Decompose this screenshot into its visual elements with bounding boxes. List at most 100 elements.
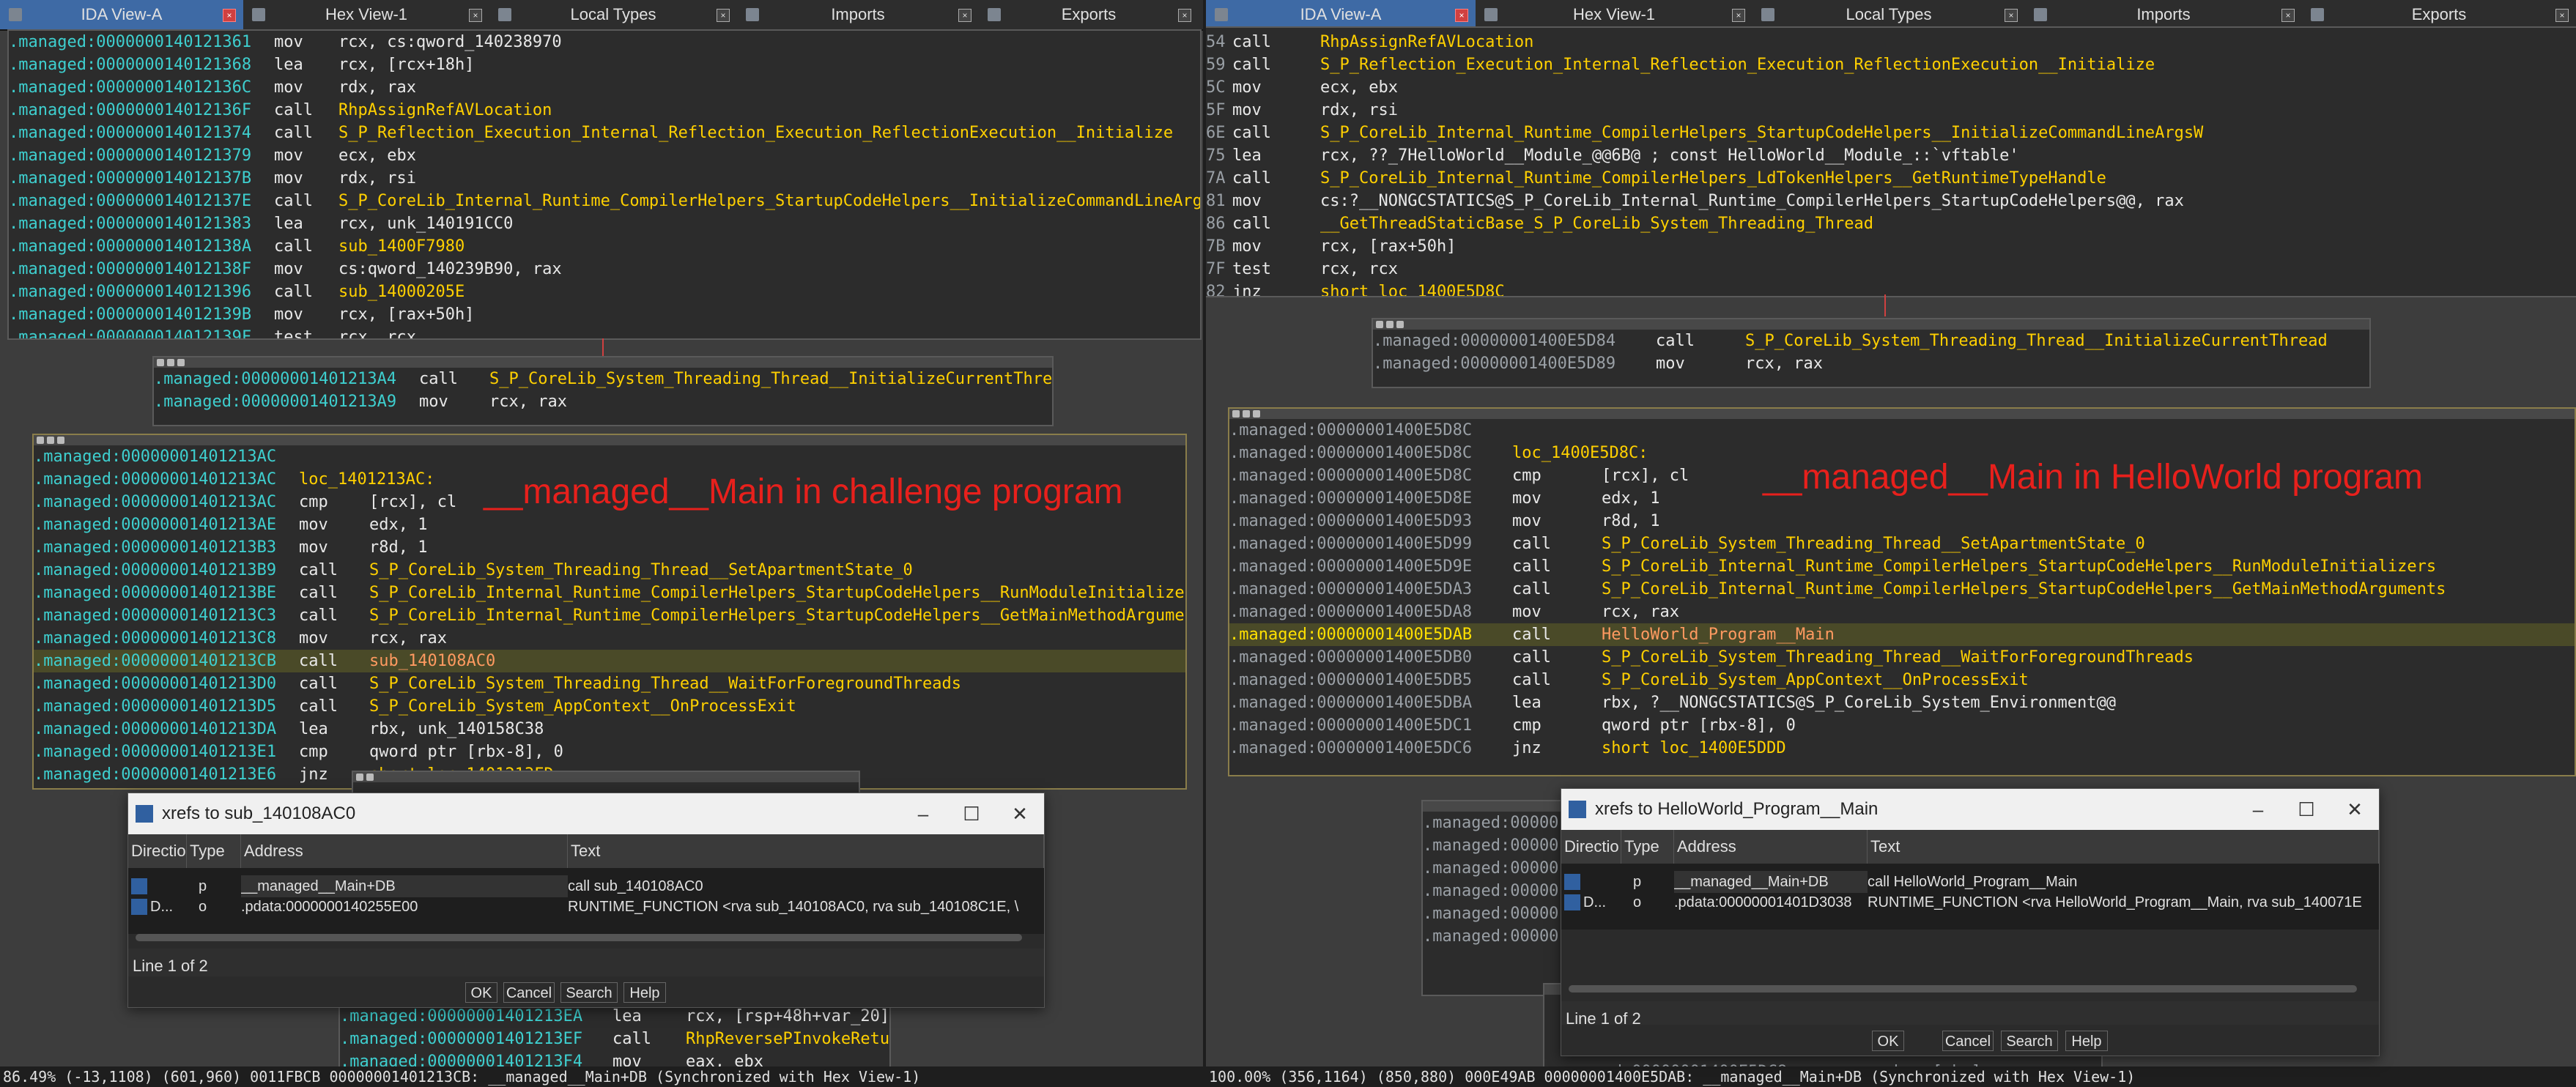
code-line[interactable]: .managed:00000001400E5D84 call S_P_CoreLib… <box>1373 330 2369 352</box>
code-line[interactable]: .managed:00000001401213C8 mov rcx, rax <box>34 627 1185 650</box>
code-line[interactable]: .managed:0000000140121396 call sub_1400020… <box>9 281 1200 303</box>
column-header-address[interactable]: Address <box>1674 830 1868 864</box>
code-line[interactable]: .managed:00000001401213A4 call S_P_CoreLib… <box>154 368 1052 390</box>
column-header-type[interactable]: Type <box>1621 830 1674 864</box>
cancel-button[interactable]: Cancel <box>503 982 555 1003</box>
close-icon[interactable]: ✕ <box>996 793 1044 834</box>
tab-ida-view-a[interactable]: IDA View-A × <box>1206 0 1476 29</box>
code-line[interactable]: .managed:00000001401213A9 mov rcx, rax <box>154 390 1052 413</box>
code-line[interactable]: .managed:0000000140121374 call S_P_Reflect… <box>9 122 1200 144</box>
code-line[interactable]: .managed:00000001400E5DA3 call S_P_CoreLib… <box>1229 578 2575 601</box>
block-header-icon[interactable] <box>57 437 64 444</box>
code-line[interactable]: .managed:00000001400E5DC6 jnz short loc_14… <box>1229 737 2575 760</box>
code-line[interactable]: 75 lea rcx, ??_7HelloWorld__Module_@@6B@ ;… <box>1206 144 2576 167</box>
minimize-icon[interactable]: – <box>2234 789 2282 830</box>
left-xrefs-dialog[interactable]: xrefs to sub_140108AC0– ☐ ✕ Directio Type Add… <box>127 793 1045 1008</box>
code-line[interactable]: 5F mov rdx, rsi <box>1206 99 2576 122</box>
code-line[interactable]: 6E call S_P_CoreLib_Internal_Runtime_Compi… <box>1206 122 2576 144</box>
column-header-type[interactable]: Type <box>187 834 241 868</box>
code-line[interactable]: .managed:000000014012139F test rcx, rcx <box>9 326 1200 338</box>
search-button[interactable]: Search <box>2001 1031 2058 1051</box>
column-header-directio[interactable]: Directio <box>1561 830 1621 864</box>
close-icon[interactable]: × <box>2555 9 2569 22</box>
code-line[interactable]: .managed:000000014012138A call sub_1400F79… <box>9 235 1200 258</box>
tab-ida-view-a[interactable]: IDA View-A × <box>0 0 243 29</box>
column-header-directio[interactable]: Directio <box>128 834 187 868</box>
code-line[interactable]: .managed:00000001401213DA lea rbx, unk_140… <box>34 718 1185 741</box>
xrefs-row[interactable]: D... o .pdata:00000001401D3038 RUNTIME_FUNC… <box>1561 891 2379 913</box>
code-line[interactable]: .managed:00000001401213AC <box>34 445 1185 468</box>
right-top-code-block[interactable]: 54 call RhpAssignRefAVLocation 59 call S_P_Re… <box>1206 26 2576 297</box>
block-header-icon[interactable] <box>1386 321 1394 328</box>
code-line[interactable]: .managed:000000014012136F call RhpAssignRe… <box>9 99 1200 122</box>
minimize-icon[interactable]: – <box>899 793 947 834</box>
close-icon[interactable]: × <box>469 9 482 22</box>
help-button[interactable]: Help <box>2065 1031 2108 1051</box>
code-line[interactable]: .managed:00000001400E5DB0 call S_P_CoreLib… <box>1229 646 2575 669</box>
code-line[interactable]: .managed:00000001400E5D93 mov r8d, 1 <box>1229 510 2575 533</box>
code-line[interactable]: 5C mov ecx, ebx <box>1206 76 2576 99</box>
code-line[interactable]: .managed:00000001400E5D99 call S_P_CoreLib… <box>1229 533 2575 555</box>
help-button[interactable]: Help <box>623 982 666 1003</box>
dialog-titlebar[interactable]: xrefs to sub_140108AC0 – ☐ ✕ <box>128 793 1044 834</box>
code-line[interactable]: .managed:00000001400E5DA8 mov rcx, rax <box>1229 601 2575 623</box>
code-line[interactable]: 59 call S_P_Reflection_Execution_Internal_… <box>1206 53 2576 76</box>
block-header-icon[interactable] <box>177 359 185 366</box>
left-small-code-block[interactable]: .managed:00000001401213A4 call S_P_CoreLib… <box>152 356 1054 426</box>
close-icon[interactable]: × <box>2005 9 2018 22</box>
code-line[interactable]: .managed:000000014012137B mov rdx, rsi <box>9 167 1200 190</box>
code-line[interactable]: .managed:00000001400E5DAB call HelloWorld_… <box>1229 623 2575 646</box>
code-line[interactable]: .managed:0000000140121379 mov ecx, ebx <box>9 144 1200 167</box>
code-line[interactable]: 54 call RhpAssignRefAVLocation <box>1206 31 2576 53</box>
code-line[interactable]: .managed:000000014012136C mov rdx, rax <box>9 76 1200 99</box>
code-line[interactable]: .managed:0000000140121383 lea rcx, unk_140… <box>9 212 1200 235</box>
code-line[interactable]: .managed:00000001400E5DB5 call S_P_CoreLib… <box>1229 669 2575 691</box>
xrefs-row[interactable]: D... o .pdata:0000000140255E00 RUNTIME_FUNC… <box>128 896 1044 918</box>
close-icon[interactable]: × <box>2281 9 2295 22</box>
maximize-icon[interactable]: ☐ <box>947 793 996 834</box>
right-small-code-block[interactable]: .managed:00000001400E5D84 call S_P_CoreLib… <box>1372 318 2371 388</box>
code-line[interactable]: .managed:00000001401213E1 cmp qword ptr [r… <box>34 741 1185 763</box>
code-line[interactable]: .managed:000000014012139B mov rcx, [rax+50… <box>9 303 1200 326</box>
column-header-text[interactable]: Text <box>1868 830 2379 864</box>
close-icon[interactable]: × <box>1455 9 1468 22</box>
close-icon[interactable]: × <box>958 9 971 22</box>
ok-button[interactable]: OK <box>465 982 497 1003</box>
xrefs-table[interactable]: Directio Type Address Text p __managed__Main+… <box>128 834 1044 934</box>
code-line[interactable]: .managed:00000001401213AE mov edx, 1 <box>34 513 1185 536</box>
tab-local-types[interactable]: Local Types × <box>489 0 737 29</box>
xrefs-row[interactable]: p __managed__Main+DB call HelloWorld_Progr… <box>1561 871 2379 893</box>
code-line[interactable]: 86 call __GetThreadStaticBase_S_P_CoreLib_… <box>1206 212 2576 235</box>
code-line[interactable]: .managed:00000001400E5D89 mov rcx, rax <box>1373 352 2369 375</box>
code-line[interactable]: .managed:000000014012138F mov cs:qword_140… <box>9 258 1200 281</box>
code-line[interactable]: .managed:000000014012137E call S_P_CoreLib… <box>9 190 1200 212</box>
xrefs-row[interactable]: p __managed__Main+DB call sub_140108AC0 <box>128 875 1044 897</box>
horizontal-scrollbar[interactable] <box>1569 985 2357 993</box>
search-button[interactable]: Search <box>560 982 618 1003</box>
right-xrefs-dialog[interactable]: xrefs to HelloWorld_Program__Main – ☐ ✕ Dire… <box>1561 788 2380 1056</box>
tab-imports[interactable]: Imports × <box>737 0 979 29</box>
code-line[interactable]: .managed:00000001401213EF call RhpReverseP… <box>340 1028 889 1050</box>
code-line[interactable]: .managed:00000001401213C3 call S_P_CoreLib… <box>34 604 1185 627</box>
code-line[interactable]: .managed:00000001400E5DC1 cmp qword ptr [r… <box>1229 714 2575 737</box>
xrefs-table[interactable]: Directio Type Address Text p __managed__Main+… <box>1561 830 2379 930</box>
code-line[interactable]: .managed:00000001400E5DBA lea rbx, ?__NONG… <box>1229 691 2575 714</box>
code-line[interactable]: .managed:0000000140121368 lea rcx, [rcx+18… <box>9 53 1200 76</box>
block-header-icon[interactable] <box>1376 321 1383 328</box>
close-icon[interactable]: × <box>1178 9 1191 22</box>
code-line[interactable]: .managed:00000001401213B9 call S_P_CoreLib… <box>34 559 1185 582</box>
dialog-titlebar[interactable]: xrefs to HelloWorld_Program__Main – ☐ ✕ <box>1561 789 2379 830</box>
tab-hex-view-1[interactable]: Hex View-1 × <box>243 0 489 29</box>
tab-hex-view-1[interactable]: Hex View-1 × <box>1476 0 1753 29</box>
close-icon[interactable]: × <box>717 9 730 22</box>
tab-imports[interactable]: Imports × <box>2025 0 2302 29</box>
code-line[interactable]: .managed:0000000140121361 mov rcx, cs:qwor… <box>9 31 1200 53</box>
code-line[interactable]: 82 jnz short loc_1400E5D8C <box>1206 281 2576 296</box>
tab-local-types[interactable]: Local Types × <box>1753 0 2025 29</box>
left-top-code-block[interactable]: .managed:0000000140121361 mov rcx, cs:qwor… <box>7 29 1202 340</box>
code-line[interactable]: .managed:00000001401213CB call sub_140108A… <box>34 650 1185 672</box>
code-line[interactable]: .managed:00000001401213D0 call S_P_CoreLib… <box>34 672 1185 695</box>
code-line[interactable]: .managed:00000001401213D5 call S_P_CoreLib… <box>34 695 1185 718</box>
column-header-address[interactable]: Address <box>241 834 568 868</box>
code-line[interactable]: .managed:00000001400E5D9E call S_P_CoreLib… <box>1229 555 2575 578</box>
